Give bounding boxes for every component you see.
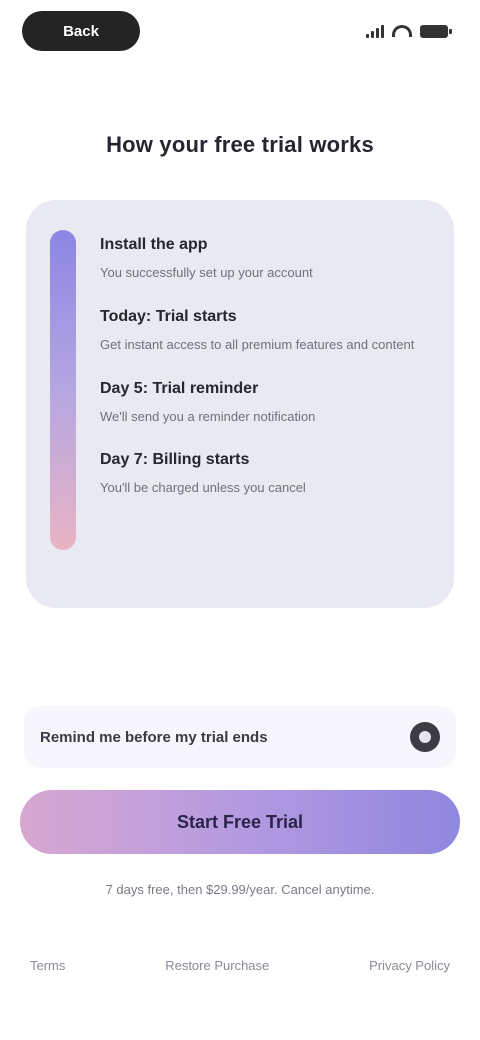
timeline-step-description: You'll be charged unless you cancel [100, 480, 306, 496]
timeline-step: Day 5: Trial reminder We'll send you a r… [100, 380, 434, 428]
timeline-step-title: Day 5: Trial reminder [100, 379, 259, 397]
status-bar: Back [22, 10, 458, 52]
cellular-signal-icon [366, 24, 384, 38]
timeline-step-title: Day 7: Billing starts [100, 451, 250, 469]
back-button-label: Back [63, 22, 99, 40]
wifi-icon [392, 25, 412, 37]
terms-link[interactable]: Terms [30, 958, 65, 973]
trial-reminder-row[interactable]: Remind me before my trial ends [24, 706, 456, 768]
back-button[interactable]: Back [22, 11, 140, 51]
timeline-rail [50, 230, 76, 550]
footer-links: Terms Restore Purchase Privacy Policy [30, 958, 450, 973]
privacy-policy-link[interactable]: Privacy Policy [369, 958, 450, 973]
reminder-toggle[interactable] [410, 722, 440, 752]
start-trial-button[interactable]: Start Free Trial [20, 790, 460, 854]
timeline-step: Today: Trial starts Get instant access t… [100, 308, 434, 356]
restore-purchase-link[interactable]: Restore Purchase [165, 958, 269, 973]
timeline-step-description: You successfully set up your account [100, 265, 313, 280]
timeline-step-description: We'll send you a reminder notification [100, 408, 316, 424]
status-icons [366, 24, 452, 38]
timeline-step-title: Today: Trial starts [100, 307, 237, 325]
trial-timeline-card: Install the app You successfully set up … [26, 200, 454, 608]
timeline-step-description: Get instant access to all premium featur… [100, 336, 415, 352]
paywall-screen: Back How your free trial works Install t… [0, 0, 480, 1040]
timeline-step: Day 7: Billing starts You'll be charged … [100, 451, 434, 499]
timeline-steps: Install the app You successfully set up … [100, 236, 434, 523]
trial-reminder-label: Remind me before my trial ends [40, 728, 268, 746]
pricing-fine-print: 7 days free, then $29.99/year. Cancel an… [105, 882, 375, 897]
page-title: How your free trial works [106, 132, 374, 157]
battery-icon [420, 24, 452, 38]
timeline-step-title: Install the app [100, 236, 208, 253]
timeline-step: Install the app You successfully set up … [100, 236, 434, 284]
